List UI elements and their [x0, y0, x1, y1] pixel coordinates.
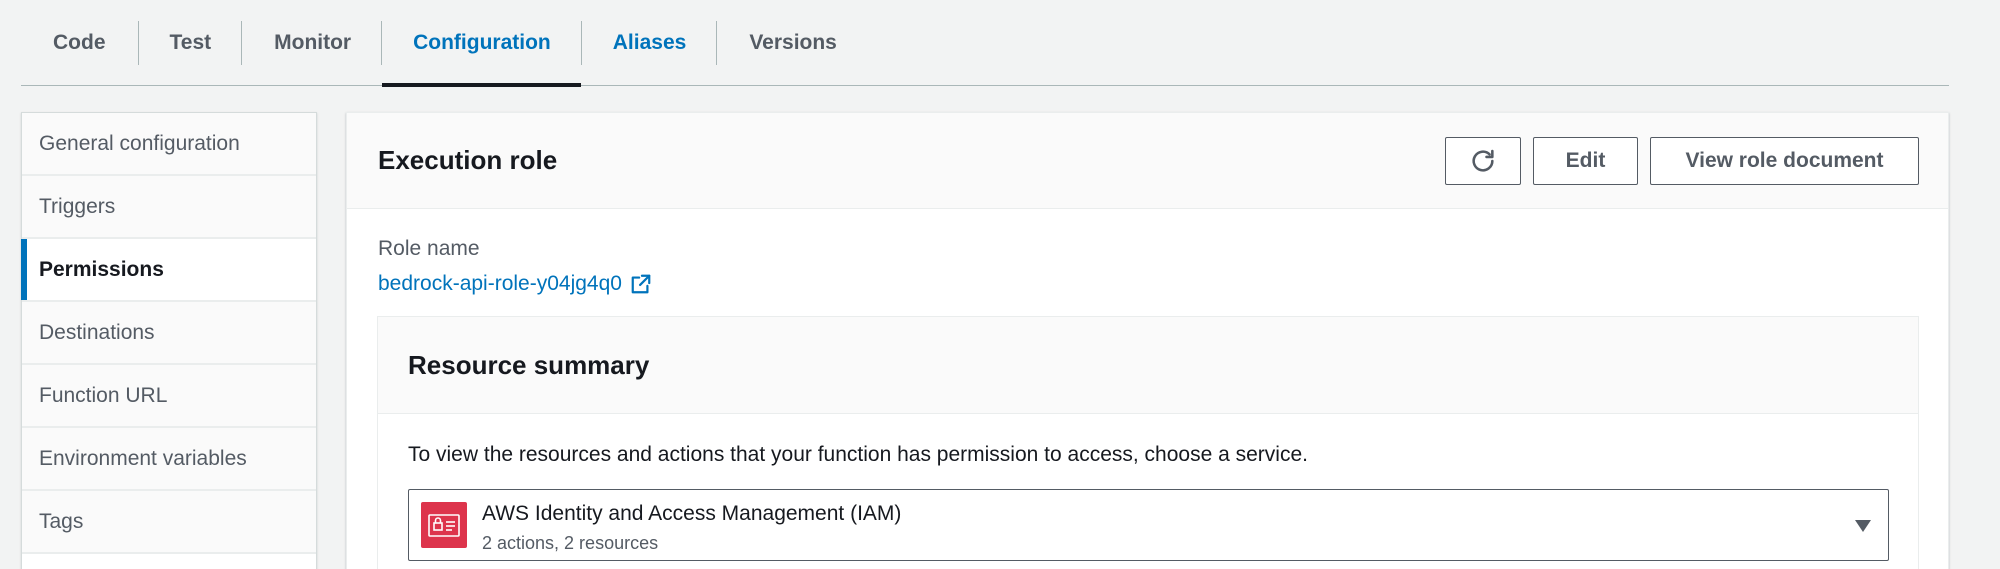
iam-icon: [421, 502, 467, 548]
resource-summary-title: Resource summary: [408, 349, 650, 380]
external-link-icon: [631, 274, 651, 294]
sidebar-item-permissions[interactable]: Permissions: [21, 239, 316, 302]
tab-label: Aliases: [612, 31, 687, 54]
role-name-label: Role name: [378, 237, 480, 260]
edit-button[interactable]: Edit: [1533, 137, 1638, 185]
sidebar-item-label: Environment variables: [39, 446, 247, 470]
tab-configuration[interactable]: Configuration: [382, 0, 581, 87]
tab-code[interactable]: Code: [21, 0, 138, 86]
refresh-icon: [1472, 149, 1494, 172]
role-name-value: bedrock-api-role-y04jg4q0: [378, 272, 622, 295]
execution-role-panel: Execution role Edit View role document R…: [346, 112, 1949, 569]
sidebar-item-label: General configuration: [39, 131, 240, 155]
service-name: AWS Identity and Access Management (IAM): [482, 502, 902, 525]
sidebar-item-tags[interactable]: Tags: [22, 491, 316, 554]
sidebar-item-general-configuration[interactable]: General configuration: [22, 113, 316, 176]
configuration-sidenav: General configuration Triggers Permissio…: [21, 112, 317, 569]
tab-test[interactable]: Test: [139, 0, 242, 86]
tab-aliases[interactable]: Aliases: [582, 0, 717, 86]
panel-title: Execution role: [378, 145, 558, 175]
caret-down-icon: [1855, 520, 1871, 532]
tab-label: Versions: [749, 31, 837, 54]
sidebar-item-label: Function URL: [39, 383, 168, 407]
view-role-document-button[interactable]: View role document: [1650, 137, 1919, 185]
tab-label: Monitor: [274, 31, 352, 54]
service-select[interactable]: AWS Identity and Access Management (IAM)…: [408, 489, 1889, 561]
lambda-configuration-page: Code Test Monitor Configuration Aliases …: [0, 0, 2000, 569]
sidebar-item-label: Triggers: [39, 194, 116, 218]
sidebar-item-label: Permissions: [39, 257, 164, 281]
refresh-button[interactable]: [1445, 137, 1521, 185]
sidebar-item-label: Tags: [39, 509, 84, 533]
resource-summary-description: To view the resources and actions that y…: [408, 443, 1308, 466]
tab-versions[interactable]: Versions: [717, 0, 867, 86]
sidebar-item-environment-variables[interactable]: Environment variables: [22, 428, 316, 491]
tab-label: Code: [53, 31, 106, 54]
role-name-link[interactable]: bedrock-api-role-y04jg4q0: [378, 272, 652, 296]
resource-summary-container: Resource summary To view the resources a…: [377, 316, 1919, 569]
resource-summary-header: Resource summary: [378, 317, 1918, 414]
function-tabs: Code Test Monitor Configuration Aliases …: [21, 0, 1949, 87]
sidebar-item-function-url[interactable]: Function URL: [22, 365, 316, 428]
tab-label: Configuration: [413, 31, 551, 54]
tab-monitor[interactable]: Monitor: [242, 0, 381, 86]
panel-header: Execution role Edit View role document: [347, 113, 1948, 209]
sidebar-item-destinations[interactable]: Destinations: [22, 302, 316, 365]
sidebar-item-triggers[interactable]: Triggers: [22, 176, 316, 239]
service-detail: 2 actions, 2 resources: [482, 533, 659, 553]
sidebar-item-label: Destinations: [39, 320, 155, 344]
tab-label: Test: [169, 31, 212, 54]
